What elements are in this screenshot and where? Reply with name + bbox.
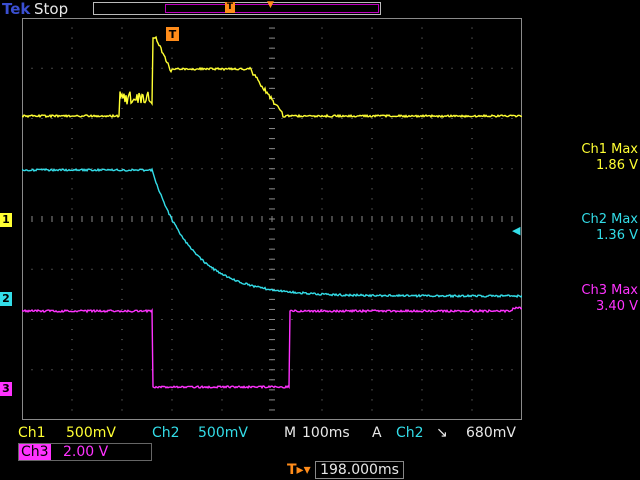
measurement-value: 1.86 V	[528, 158, 638, 174]
run-state[interactable]: Stop	[34, 0, 68, 18]
trigger-position-readout[interactable]: T▸▾ 198.000ms	[287, 461, 404, 479]
ch1-scale[interactable]: 500mV	[66, 424, 116, 442]
trigger-marker: T	[166, 27, 179, 41]
svg-text:T: T	[169, 28, 177, 41]
graticule	[22, 18, 522, 420]
record-trigger-marker: T	[225, 2, 235, 13]
timebase-value[interactable]: 100ms	[302, 424, 350, 442]
falling-edge-icon: ↘	[436, 424, 448, 442]
trigger-source[interactable]: Ch2	[396, 424, 424, 442]
ch2-ground-marker[interactable]: 2	[0, 292, 12, 306]
trigger-position-icon: T▸▾	[287, 462, 311, 478]
top-status-bar: Tek Stop T ▼	[0, 0, 640, 18]
ch2-waveform	[22, 169, 522, 297]
timebase-label: M	[284, 424, 296, 442]
measurement-label: Ch1 Max	[528, 142, 638, 158]
trigger-level-arrow-icon: ◀	[512, 224, 520, 237]
ch3-settings[interactable]: Ch3 2.00 V	[18, 443, 152, 461]
trigger-position-arrow-icon: ▼	[267, 0, 274, 10]
ch2-label[interactable]: Ch2	[152, 424, 180, 442]
brand-logo: Tek	[2, 0, 30, 18]
trigger-mode[interactable]: A	[372, 424, 382, 442]
ch3-scale: 2.00 V	[63, 444, 108, 460]
measurement-value: 1.36 V	[528, 228, 638, 244]
measurement-value: 3.40 V	[528, 299, 638, 315]
ch1-label[interactable]: Ch1	[18, 424, 46, 442]
trigger-position-value: 198.000ms	[315, 461, 404, 479]
ch3-max-measurement: Ch3 Max 3.40 V	[528, 283, 638, 315]
ch2-max-measurement: Ch2 Max 1.36 V	[528, 212, 638, 244]
trigger-level[interactable]: 680mV	[466, 424, 516, 442]
ch3-ground-marker[interactable]: 3	[0, 382, 12, 396]
measurement-label: Ch2 Max	[528, 212, 638, 228]
bottom-settings-bar: Ch1 500mV Ch2 500mV M 100ms A Ch2 ↘ 680m…	[0, 424, 640, 442]
waveform-display: T	[22, 18, 522, 420]
ch3-label: Ch3	[19, 444, 51, 460]
ch2-scale[interactable]: 500mV	[198, 424, 248, 442]
ch1-ground-marker[interactable]: 1	[0, 213, 12, 227]
ch1-max-measurement: Ch1 Max 1.86 V	[528, 142, 638, 174]
measurement-label: Ch3 Max	[528, 283, 638, 299]
ch1-waveform	[22, 37, 522, 117]
